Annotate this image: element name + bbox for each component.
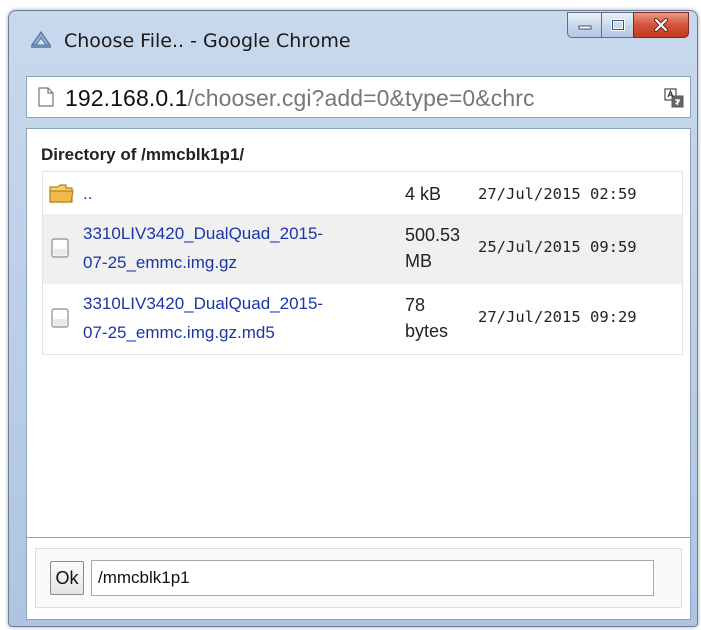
close-icon <box>654 18 668 32</box>
file-name-link[interactable]: 3310LIV3420_DualQuad_2015- 07-25_emmc.img… <box>83 219 398 277</box>
file-size: 78 bytes <box>405 295 449 341</box>
ok-button[interactable]: Ok <box>50 561 84 595</box>
minimize-icon <box>578 25 591 30</box>
minimize-button[interactable] <box>567 12 601 38</box>
address-bar[interactable]: 192.168.0.1/chooser.cgi?add=0&type=0&chr… <box>26 76 691 118</box>
file-name-link[interactable]: 3310LIV3420_DualQuad_2015- 07-25_emmc.img… <box>83 289 398 347</box>
title-bar[interactable]: Choose File.. - Google Chrome <box>9 11 697 63</box>
url-text[interactable]: 192.168.0.1/chooser.cgi?add=0&type=0&chr… <box>65 85 655 112</box>
file-row-parent[interactable]: .. 4 kB 27/Jul/2015 02:59 <box>43 172 682 214</box>
maximize-icon <box>610 19 625 31</box>
page-icon <box>38 87 54 107</box>
folder-icon <box>49 184 74 203</box>
maximize-button[interactable] <box>601 12 633 38</box>
close-button[interactable] <box>633 12 689 38</box>
footer-panel: Ok <box>35 548 682 608</box>
file-date: 25/Jul/2015 09:59 <box>478 238 637 256</box>
app-icon <box>30 30 52 48</box>
file-row[interactable]: 3310LIV3420_DualQuad_2015- 07-25_emmc.img… <box>43 214 682 284</box>
file-date: 27/Jul/2015 09:29 <box>478 308 637 326</box>
chooser-footer: Ok <box>26 537 691 620</box>
file-size: 4 kB <box>405 184 442 204</box>
file-size: 500.53 MB <box>405 225 461 271</box>
checkbox-icon[interactable] <box>51 308 69 328</box>
file-row[interactable]: 3310LIV3420_DualQuad_2015- 07-25_emmc.img… <box>43 284 682 354</box>
file-name-link[interactable]: .. <box>83 179 398 208</box>
checkbox-icon[interactable] <box>51 238 69 258</box>
chrome-popup-window: Choose File.. - Google Chrome 192.168.0.… <box>8 10 698 627</box>
directory-heading: Directory of /mmcblk1p1/ <box>41 145 245 164</box>
translate-icon[interactable] <box>664 88 684 108</box>
window-title: Choose File.. - Google Chrome <box>64 30 351 52</box>
window-controls <box>567 12 689 40</box>
file-list: .. 4 kB 27/Jul/2015 02:59 3310LIV3420_Du… <box>42 171 683 355</box>
page-content: Directory of /mmcblk1p1/ .. 4 kB 27/Jul/… <box>26 128 691 538</box>
path-input[interactable] <box>91 560 654 596</box>
file-date: 27/Jul/2015 02:59 <box>478 185 637 203</box>
url-host: 192.168.0.1 <box>65 85 188 111</box>
url-path: /chooser.cgi?add=0&type=0&chrc <box>187 85 535 111</box>
